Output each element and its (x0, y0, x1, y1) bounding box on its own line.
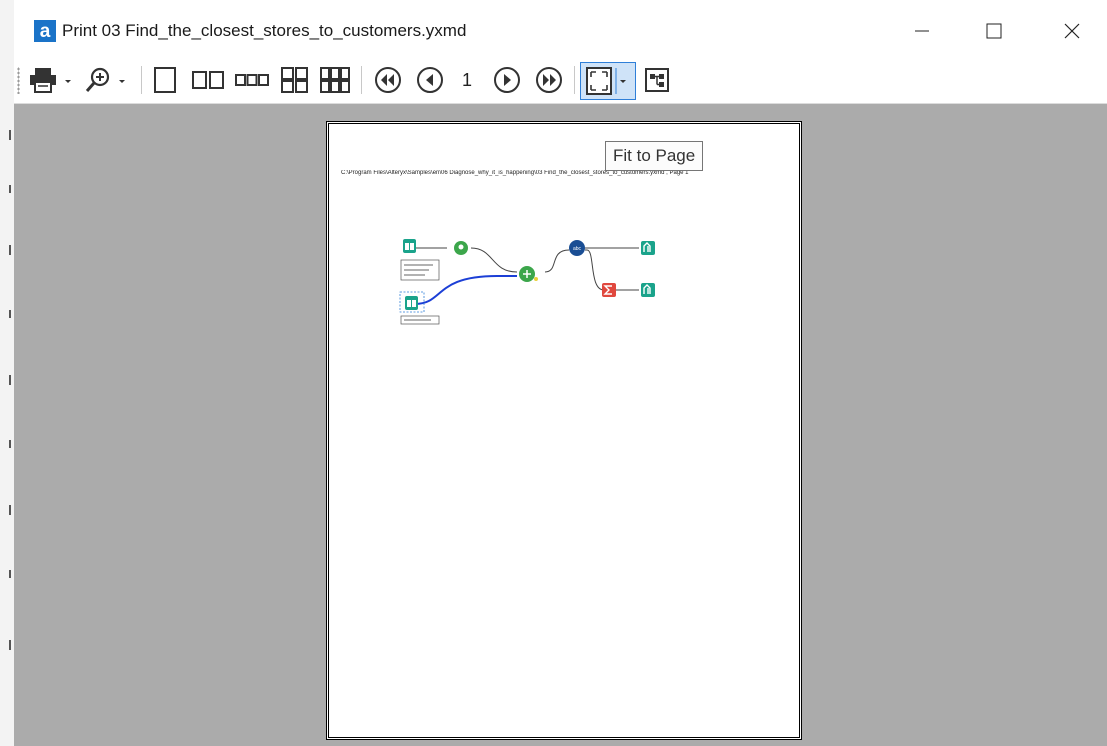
input-data-tool (403, 239, 416, 253)
last-page-button[interactable] (531, 64, 567, 96)
input-data-tool (405, 296, 418, 310)
spatial-tool (454, 241, 468, 255)
six-pages-button[interactable] (316, 64, 354, 96)
print-preview-window: a Print 03 Find_the_closest_stores_to_cu… (0, 0, 1107, 746)
workflow-diagram: abc (399, 239, 655, 325)
one-page-icon (154, 67, 176, 93)
title-bar: a Print 03 Find_the_closest_stores_to_cu… (14, 0, 1107, 58)
toolbar-grip (17, 67, 20, 94)
window-title: Print 03 Find_the_closest_stores_to_cust… (62, 21, 467, 40)
toolbar-separator (574, 66, 575, 94)
summarize-tool (602, 283, 616, 297)
browse-tool (641, 241, 655, 255)
four-pages-button[interactable] (276, 64, 312, 96)
minimize-button[interactable] (902, 16, 942, 46)
next-page-icon (494, 67, 520, 93)
next-page-button[interactable] (489, 64, 525, 96)
find-nearest-tool (519, 266, 538, 282)
append-tool: abc (569, 240, 585, 256)
close-icon (1064, 23, 1080, 39)
workflow-layout-button[interactable] (640, 64, 674, 96)
zoom-icon (85, 67, 125, 92)
toolbar-separator (361, 66, 362, 94)
page-header-text: C:\Program Files\Alteryx\Samples\en\06 D… (341, 170, 689, 176)
print-button[interactable] (26, 64, 76, 96)
browse-tool (641, 283, 655, 297)
minimize-icon (915, 30, 929, 32)
background-window-edge (0, 0, 15, 746)
three-pages-icon (235, 74, 269, 86)
toolbar-separator (141, 66, 142, 94)
first-page-button[interactable] (370, 64, 406, 96)
fit-to-page-button[interactable] (580, 62, 636, 100)
previous-page-button[interactable] (412, 64, 448, 96)
preview-page: C:\Program Files\Alteryx\Samples\en\06 D… (326, 121, 802, 740)
two-pages-button[interactable] (188, 64, 228, 96)
workflow-layout-icon (645, 68, 669, 92)
print-toolbar: 1 (14, 58, 1107, 104)
first-page-icon (375, 67, 401, 93)
one-page-button[interactable] (148, 64, 182, 96)
maximize-icon (986, 23, 1002, 39)
last-page-icon (536, 67, 562, 93)
svg-text:abc: abc (573, 246, 582, 252)
maximize-button[interactable] (974, 16, 1014, 46)
three-pages-button[interactable] (232, 64, 272, 96)
six-pages-icon (320, 67, 350, 93)
fit-to-page-tooltip: Fit to Page (605, 141, 704, 171)
alteryx-app-icon: a (34, 20, 56, 42)
four-pages-icon (281, 67, 308, 93)
print-preview-area[interactable]: C:\Program Files\Alteryx\Samples\en\06 D… (14, 104, 1107, 746)
current-page-number: 1 (462, 70, 473, 90)
two-pages-icon (192, 71, 224, 89)
zoom-button[interactable] (82, 64, 132, 96)
printer-icon (30, 68, 71, 93)
close-button[interactable] (1052, 16, 1092, 46)
previous-page-icon (417, 67, 443, 93)
fit-to-page-icon (586, 67, 626, 95)
